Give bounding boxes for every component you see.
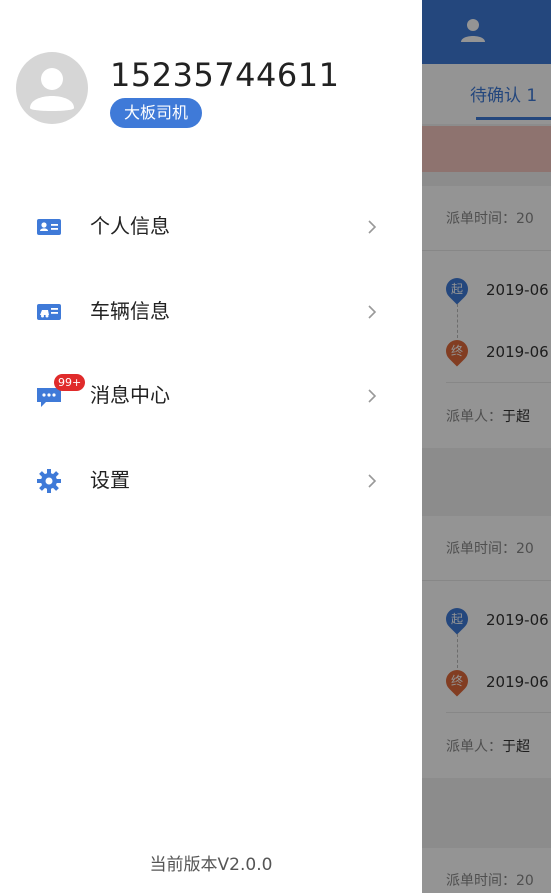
menu-personal-info[interactable]: 个人信息 [0,192,422,262]
role-badge: 大板司机 [110,98,203,128]
phone-number: 15235744611 [110,56,340,94]
menu-label: 设置 [90,468,130,492]
chevron-right-icon [368,389,377,403]
id-card-icon [37,219,61,235]
vehicle-card-icon [37,304,61,320]
avatar[interactable] [16,52,88,124]
app-version: 当前版本V2.0.0 [149,855,273,875]
chevron-right-icon [368,220,377,234]
unread-count-badge: 99+ [54,374,86,391]
menu-message-center[interactable]: 消息中心 [0,361,422,431]
nav-drawer: 15235744611 大板司机 个人信息 车辆信息 消息中心 99+ 设置 当… [0,0,422,893]
user-avatar-icon [30,68,74,111]
menu-label: 个人信息 [90,214,170,238]
menu-vehicle-info[interactable]: 车辆信息 [0,277,422,347]
menu-label: 消息中心 [90,383,170,407]
dim-overlay[interactable] [422,0,551,893]
menu-settings[interactable]: 设置 [0,446,422,516]
background-screen: 待确认 1 派单时间：20 起 2019-06 终 2019-06 派单人：于超… [422,0,551,893]
gear-icon [37,469,61,493]
chevron-right-icon [368,305,377,319]
chevron-right-icon [368,474,377,488]
menu-label: 车辆信息 [90,299,170,323]
